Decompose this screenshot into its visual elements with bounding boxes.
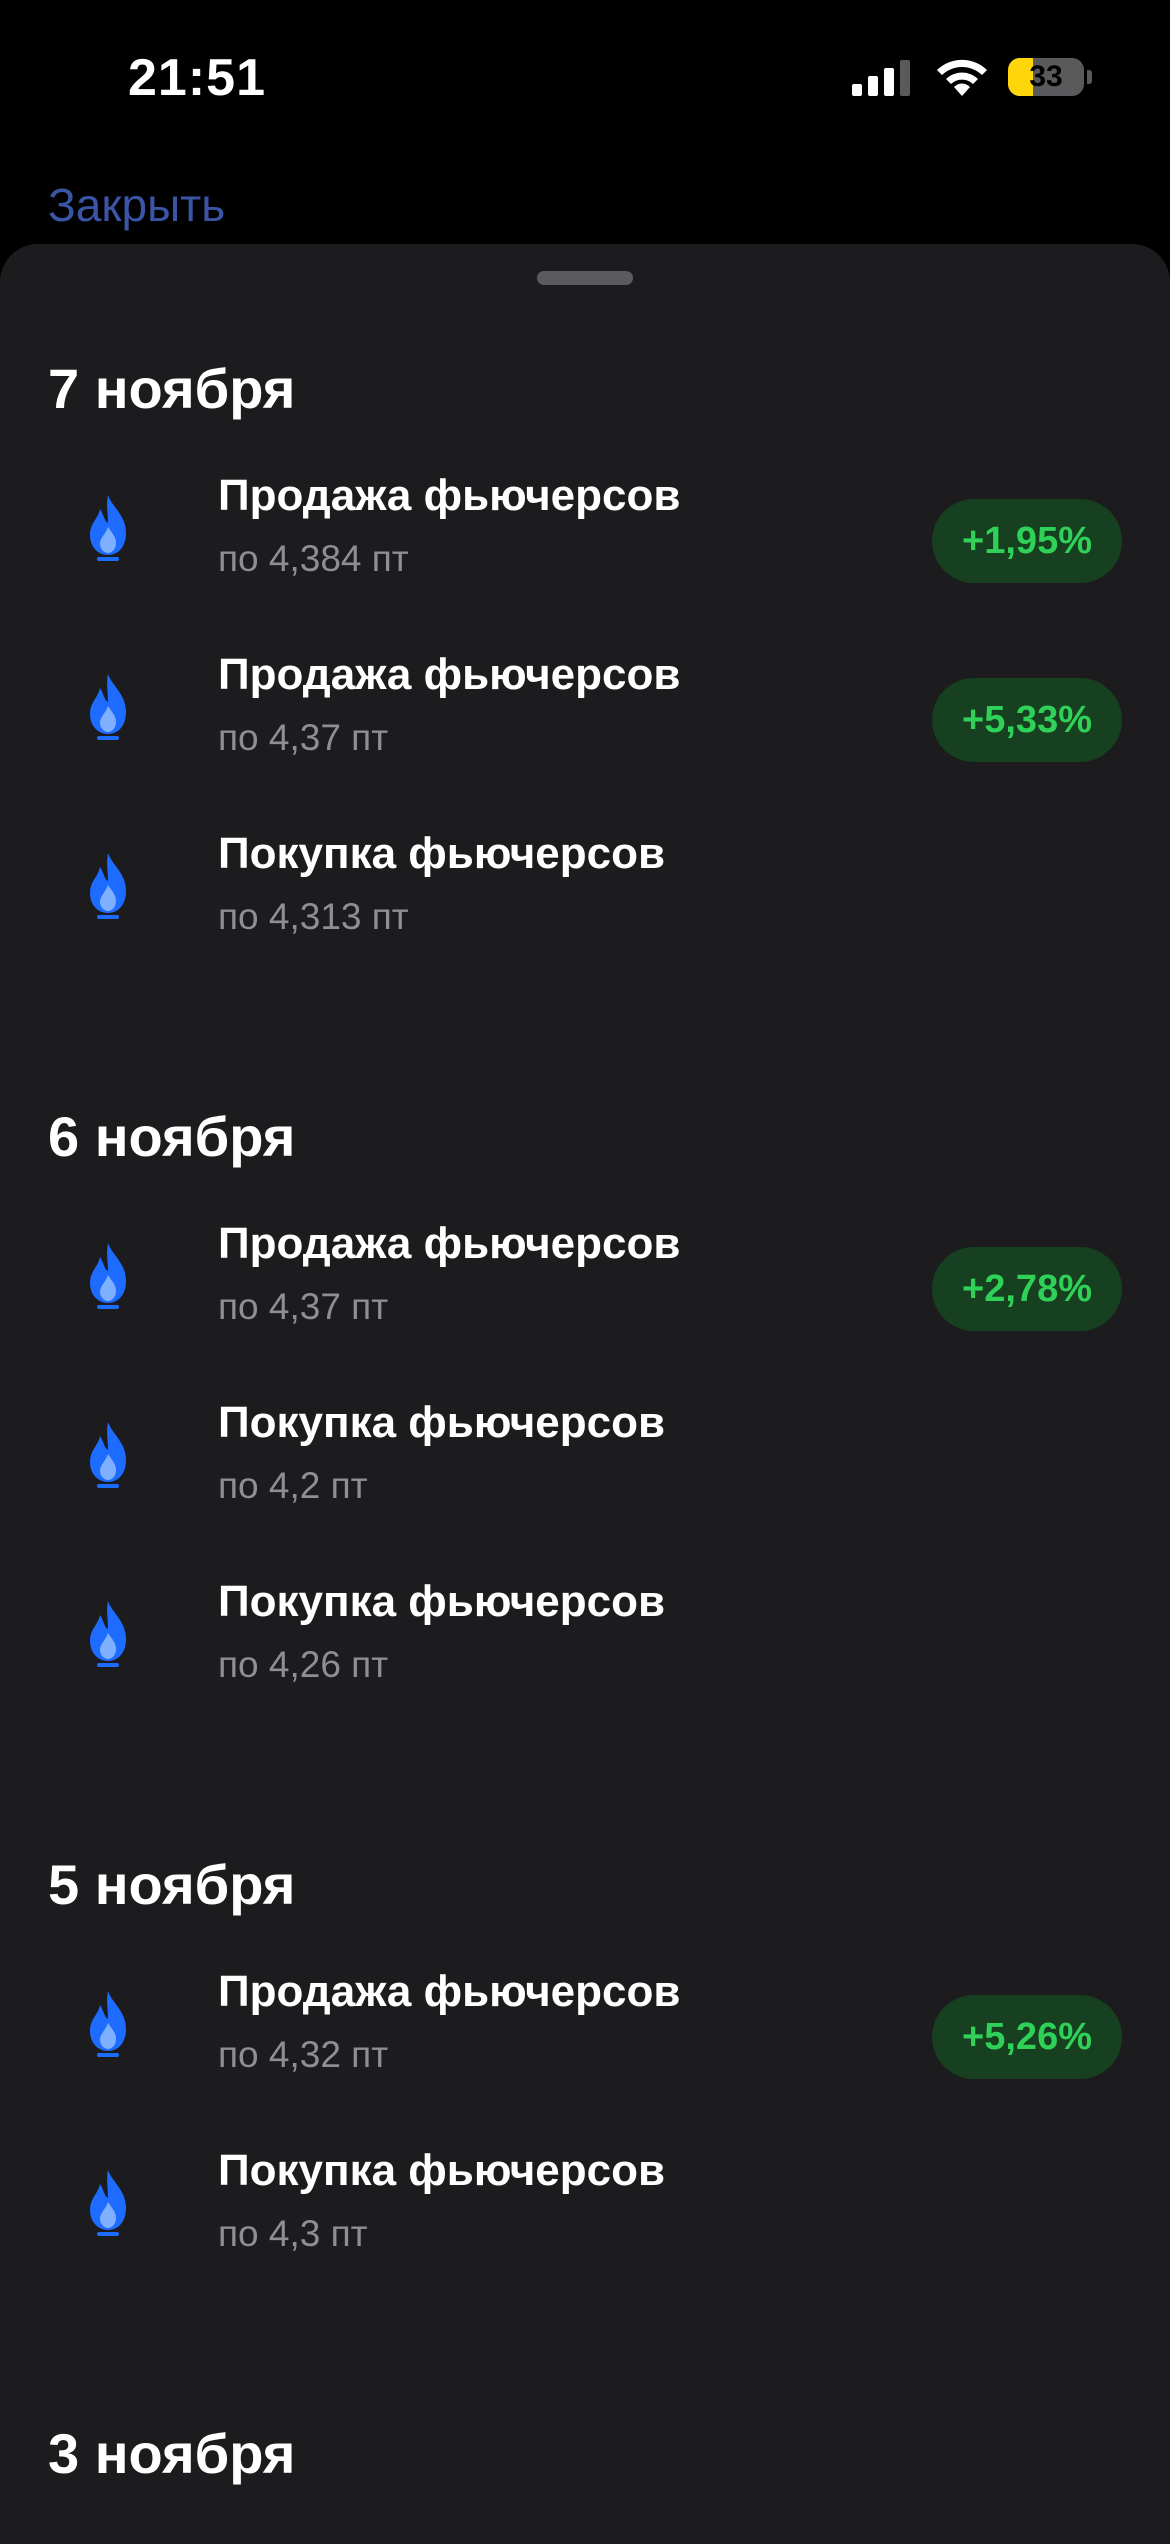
status-time: 21:51	[128, 49, 266, 107]
section-date-header: 7 ноября	[48, 357, 296, 420]
battery-indicator: 33	[1008, 56, 1094, 98]
gas-flame-icon	[90, 853, 126, 919]
operation-price: по 4,32 пт	[218, 2034, 389, 2075]
profit-badge: +5,26%	[932, 1995, 1122, 2079]
operation-row[interactable]: Покупка фьючерсов по 4,3 пт	[0, 2122, 1170, 2282]
cellular-signal-icon	[852, 60, 910, 96]
section-date-header: 6 ноября	[48, 1105, 296, 1168]
gas-flame-icon	[90, 1601, 126, 1667]
operation-row[interactable]: Продажа фьючерсов по 4,37 пт +2,78%	[0, 1195, 1170, 1355]
operation-title: Покупка фьючерсов	[218, 829, 666, 878]
gas-flame-icon	[90, 495, 126, 561]
operation-title: Покупка фьючерсов	[218, 1398, 666, 1447]
operation-price: по 4,384 пт	[218, 538, 409, 579]
operation-title: Покупка фьючерсов	[218, 2146, 666, 2195]
profit-badge: +5,33%	[932, 678, 1122, 762]
operation-row[interactable]: Продажа фьючерсов по 4,37 пт +5,33%	[0, 626, 1170, 786]
operation-title: Продажа фьючерсов	[218, 471, 681, 520]
status-bar: 21:51 33	[0, 0, 1170, 150]
profit-badge: +2,78%	[932, 1247, 1122, 1331]
operation-row[interactable]: Продажа фьючерсов по 4,384 пт +1,95%	[0, 447, 1170, 607]
operation-title: Продажа фьючерсов	[218, 1219, 681, 1268]
operation-title: Продажа фьючерсов	[218, 1967, 681, 2016]
operation-price: по 4,26 пт	[218, 1644, 389, 1685]
operation-row[interactable]: Покупка фьючерсов по 4,26 пт	[0, 1553, 1170, 1713]
section-date-header: 3 ноября	[48, 2422, 296, 2485]
wifi-icon	[937, 59, 987, 96]
gas-flame-icon	[90, 1422, 126, 1488]
section-date-header: 5 ноября	[48, 1853, 296, 1916]
operation-price: по 4,37 пт	[218, 717, 389, 758]
operations-sheet: 7 ноября Продажа фьючерсов по 4,384 пт +…	[0, 244, 1170, 2544]
operation-price: по 4,37 пт	[218, 1286, 389, 1327]
operation-row[interactable]: Продажа фьючерсов по 4,32 пт +5,26%	[0, 1943, 1170, 2103]
profit-badge: +1,95%	[932, 499, 1122, 583]
operation-row[interactable]: Покупка фьючерсов по 4,313 пт	[0, 805, 1170, 965]
battery-cap	[1087, 70, 1092, 84]
operation-price: по 4,313 пт	[218, 896, 409, 937]
battery-percent: 33	[1029, 60, 1063, 93]
operation-title: Продажа фьючерсов	[218, 650, 681, 699]
operation-price: по 4,3 пт	[218, 2213, 368, 2254]
gas-flame-icon	[90, 674, 126, 740]
close-button[interactable]: Закрыть	[48, 178, 225, 232]
battery-body: 33	[1008, 58, 1084, 96]
gas-flame-icon	[90, 1243, 126, 1309]
sheet-grabber[interactable]	[537, 271, 633, 285]
operation-title: Покупка фьючерсов	[218, 1577, 666, 1626]
gas-flame-icon	[90, 1991, 126, 2057]
operation-row[interactable]: Покупка фьючерсов по 4,2 пт	[0, 1374, 1170, 1534]
gas-flame-icon	[90, 2170, 126, 2236]
operation-price: по 4,2 пт	[218, 1465, 368, 1506]
